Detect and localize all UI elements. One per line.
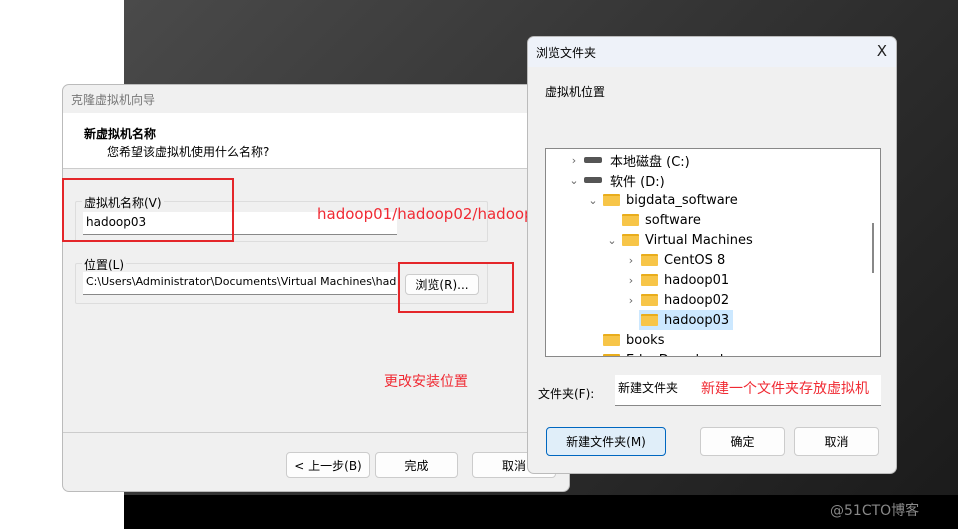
dialog-cancel-button[interactable]: 取消 — [794, 427, 879, 456]
folder-icon — [641, 294, 658, 306]
finish-button[interactable]: 完成 — [375, 452, 458, 478]
folder-tree[interactable]: › 本地磁盘 (C:) ⌄ 软件 (D:) ⌄ bigdata_softwaresoftw… — [545, 148, 881, 357]
tree-item[interactable]: ⌄ bigdata_software — [585, 190, 738, 210]
tree-item[interactable]: › hadoop01 — [623, 270, 729, 290]
dialog-title: 浏览文件夹 — [528, 37, 896, 67]
folder-label: 文件夹(F): — [538, 387, 595, 401]
chevron-icon[interactable]: ⌄ — [585, 194, 601, 207]
tree-item[interactable]: hadoop03 — [623, 310, 734, 330]
drive-icon — [584, 157, 602, 163]
tree-item-label: 软件 (D:) — [610, 174, 665, 190]
tree-item[interactable]: › CentOS 8 — [623, 250, 726, 270]
wizard-heading: 新虚拟机名称 — [84, 127, 157, 141]
tree-item-label: software — [645, 212, 701, 228]
chevron-icon[interactable]: › — [623, 254, 639, 267]
folder-hint-annotation: 新建一个文件夹存放虚拟机 — [701, 381, 869, 397]
tree-item-label: bigdata_software — [626, 192, 738, 208]
highlight-box-name — [62, 178, 234, 242]
tree-item-label: books — [626, 332, 665, 348]
chevron-icon[interactable]: › — [566, 154, 582, 167]
folder-icon — [622, 234, 639, 246]
chevron-icon[interactable]: ⌄ — [604, 234, 620, 247]
tree-item[interactable]: › EdgeDownload — [585, 350, 723, 357]
tree-item-label: hadoop03 — [664, 312, 730, 328]
ok-button[interactable]: 确定 — [700, 427, 785, 456]
chevron-icon[interactable]: ⌄ — [566, 174, 582, 187]
location-label: 位置(L) — [82, 256, 127, 273]
tree-scrollbar[interactable] — [872, 223, 874, 273]
tree-item-label: hadoop02 — [664, 292, 730, 308]
chevron-icon[interactable]: › — [623, 294, 639, 307]
tree-item[interactable]: ⌄ 软件 (D:) — [566, 170, 665, 190]
wizard-title: 克隆虚拟机向导 — [71, 93, 156, 107]
folder-icon — [641, 254, 658, 266]
location-hint-annotation: 更改安装位置 — [384, 374, 468, 390]
watermark: @51CTO博客 — [830, 503, 920, 519]
folder-icon — [603, 354, 620, 356]
tree-item-label: EdgeDownload — [626, 353, 723, 357]
folder-icon — [603, 334, 620, 346]
tree-item-label: Virtual Machines — [645, 232, 753, 248]
divider — [63, 432, 569, 433]
folder-icon — [622, 214, 639, 226]
tree-item[interactable]: ⌄ Virtual Machines — [604, 230, 753, 250]
name-hint-annotation: hadoop01/hadoop02/hadoop03 — [317, 205, 553, 223]
folder-icon — [603, 194, 620, 206]
folder-icon — [641, 274, 658, 286]
drive-icon — [584, 177, 602, 183]
highlight-box-browse — [398, 262, 514, 313]
tree-item-label: hadoop01 — [664, 272, 730, 288]
new-folder-button[interactable]: 新建文件夹(M) — [546, 427, 666, 456]
tree-item[interactable]: software — [604, 210, 701, 230]
folder-icon — [641, 314, 658, 326]
tree-item[interactable]: › 本地磁盘 (C:) — [566, 150, 690, 170]
tree-item-label: CentOS 8 — [664, 252, 726, 268]
tree-item[interactable]: books — [585, 330, 664, 350]
dialog-prompt: 虚拟机位置 — [545, 85, 606, 99]
chevron-icon[interactable]: › — [585, 354, 601, 357]
browse-folder-dialog: 浏览文件夹 X 虚拟机位置 › 本地磁盘 (C:) ⌄ 软件 (D:) ⌄ bigdata… — [527, 36, 897, 474]
location-input[interactable]: C:\Users\Administrator\Documents\Virtual… — [83, 272, 397, 295]
wizard-header: 新虚拟机名称 您希望该虚拟机使用什么名称? — [63, 113, 569, 169]
chevron-icon[interactable]: › — [623, 274, 639, 287]
tree-item-label: 本地磁盘 (C:) — [610, 154, 690, 170]
wizard-subheading: 您希望该虚拟机使用什么名称? — [107, 145, 270, 159]
back-button[interactable]: < 上一步(B) — [286, 452, 370, 478]
tree-item[interactable]: › hadoop02 — [623, 290, 729, 310]
close-icon[interactable]: X — [877, 42, 887, 60]
